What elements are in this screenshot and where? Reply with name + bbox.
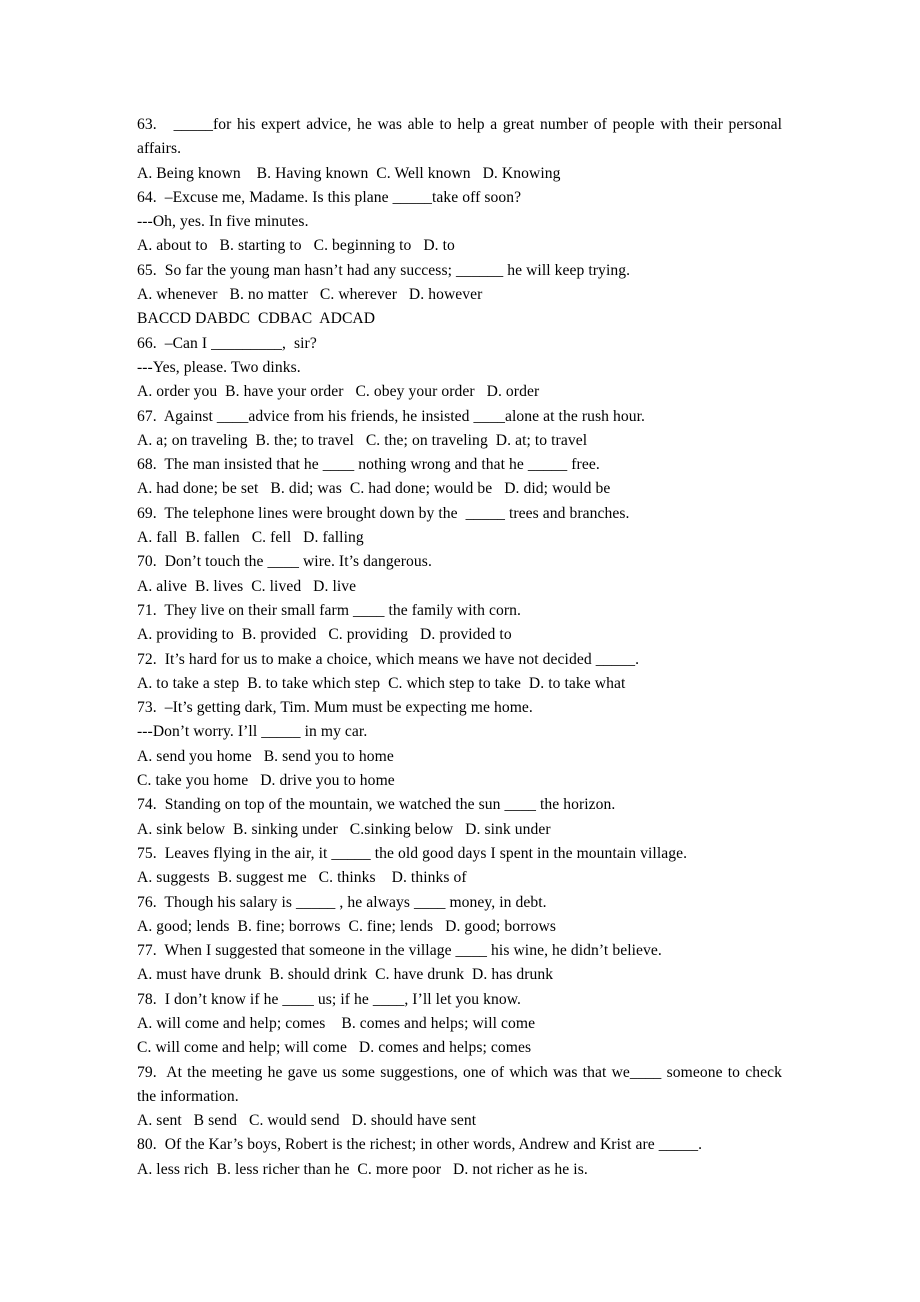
q65-stem: 65. So far the young man hasn’t had any … bbox=[137, 261, 631, 279]
q79-stem: 79. At the meeting he gave us some sugge… bbox=[137, 1063, 786, 1105]
q77-options: A. must have drunk B. should drink C. ha… bbox=[137, 966, 554, 984]
q75-options: A. suggests B. suggest me C. thinks D. t… bbox=[137, 869, 467, 887]
q63-stem: 63. _____for his expert advice, he was a… bbox=[137, 116, 786, 158]
answer-key: BACCD DABDC CDBAC ADCAD bbox=[137, 310, 376, 328]
q70-options: A. alive B. lives C. lived D. live bbox=[137, 577, 357, 595]
q79-options: A. sent B send C. would send D. should h… bbox=[137, 1112, 477, 1130]
q71-options: A. providing to B. provided C. providing… bbox=[137, 626, 512, 644]
q69-stem: 69. The telephone lines were brought dow… bbox=[137, 504, 630, 522]
q66-stem: 66. –Can I _________, sir? bbox=[137, 334, 317, 352]
q70-stem: 70. Don’t touch the ____ wire. It’s dang… bbox=[137, 553, 432, 571]
q66-options: A. order you B. have your order C. obey … bbox=[137, 383, 540, 401]
q74-stem: 74. Standing on top of the mountain, we … bbox=[137, 796, 616, 814]
q72-options: A. to take a step B. to take which step … bbox=[137, 674, 626, 692]
q76-stem: 76. Though his salary is _____ , he alwa… bbox=[137, 893, 547, 911]
q78-options-cd: C. will come and help; will come D. come… bbox=[137, 1039, 532, 1057]
q71-stem: 71. They live on their small farm ____ t… bbox=[137, 601, 521, 619]
document-page: 63. _____for his expert advice, he was a… bbox=[0, 0, 920, 1302]
q73-stem: 73. –It’s getting dark, Tim. Mum must be… bbox=[137, 699, 533, 717]
q78-options-ab: A. will come and help; comes B. comes an… bbox=[137, 1014, 536, 1032]
q78-stem: 78. I don’t know if he ____ us; if he __… bbox=[137, 990, 522, 1008]
q72-stem: 72. It’s hard for us to make a choice, w… bbox=[137, 650, 640, 668]
q68-options: A. had done; be set B. did; was C. had d… bbox=[137, 480, 611, 498]
q66-response: ---Yes, please. Two dinks. bbox=[137, 358, 301, 376]
q64-options: A. about to B. starting to C. beginning … bbox=[137, 237, 455, 255]
q63-options: A. Being known B. Having known C. Well k… bbox=[137, 164, 561, 182]
q80-options: A. less rich B. less richer than he C. m… bbox=[137, 1160, 588, 1178]
q76-options: A. good; lends B. fine; borrows C. fine;… bbox=[137, 917, 556, 935]
q69-options: A. fall B. fallen C. fell D. falling bbox=[137, 529, 364, 547]
q74-options: A. sink below B. sinking under C.sinking… bbox=[137, 820, 551, 838]
q68-stem: 68. The man insisted that he ____ nothin… bbox=[137, 456, 600, 474]
q73-options-cd: C. take you home D. drive you to home bbox=[137, 772, 395, 790]
q65-options: A. whenever B. no matter C. wherever D. … bbox=[137, 286, 483, 304]
q77-stem: 77. When I suggested that someone in the… bbox=[137, 942, 662, 960]
q67-stem: 67. Against ____advice from his friends,… bbox=[137, 407, 645, 425]
q67-options: A. a; on traveling B. the; to travel C. … bbox=[137, 431, 588, 449]
q64-response: ---Oh, yes. In five minutes. bbox=[137, 213, 309, 231]
worksheet-body: 63. _____for his expert advice, he was a… bbox=[137, 113, 782, 1182]
q64-stem: 64. –Excuse me, Madame. Is this plane __… bbox=[137, 188, 522, 206]
q73-response: ---Don’t worry. I’ll _____ in my car. bbox=[137, 723, 368, 741]
q73-options-ab: A. send you home B. send you to home bbox=[137, 747, 394, 765]
q80-stem: 80. Of the Kar’s boys, Robert is the ric… bbox=[137, 1136, 703, 1154]
q75-stem: 75. Leaves flying in the air, it _____ t… bbox=[137, 844, 688, 862]
